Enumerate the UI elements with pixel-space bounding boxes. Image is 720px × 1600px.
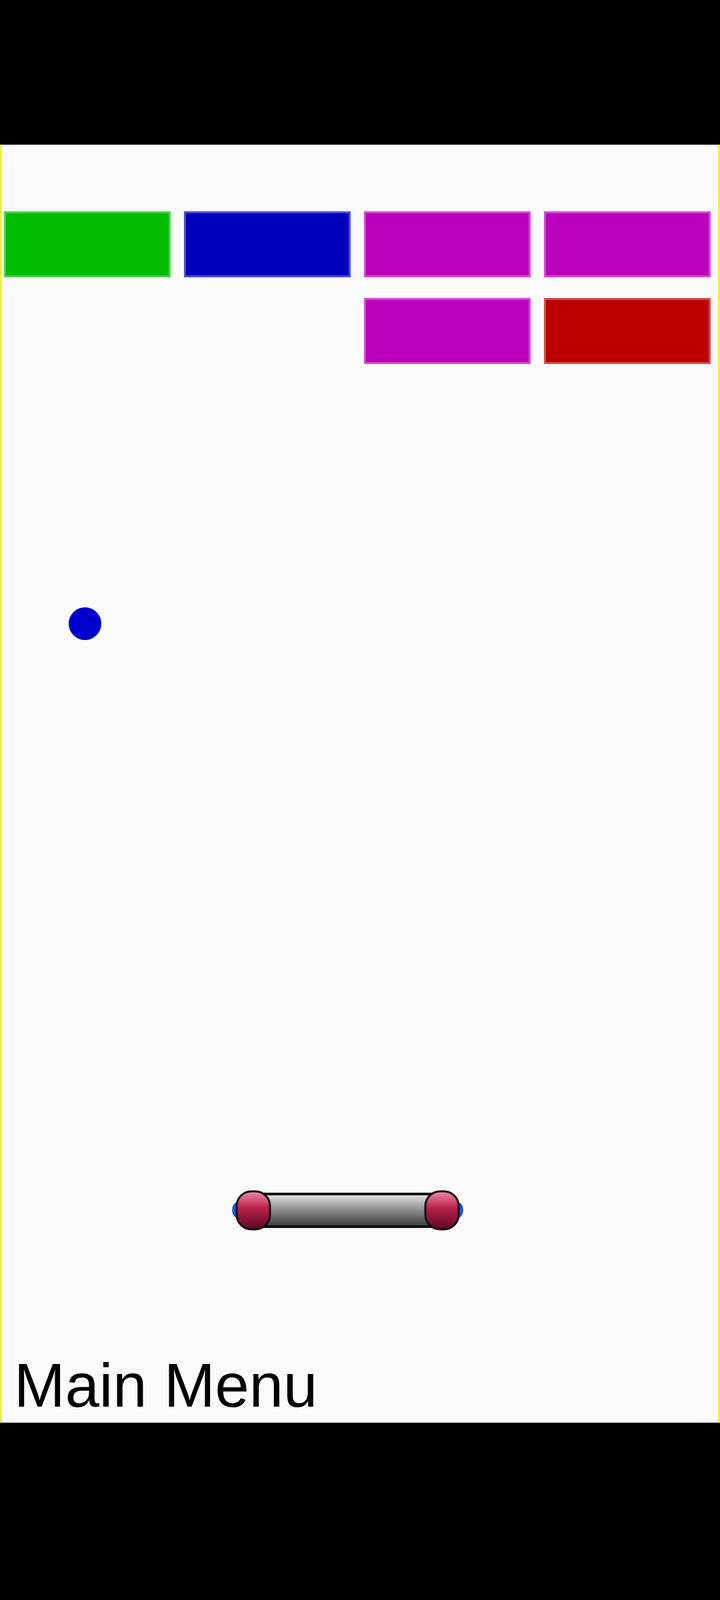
empty-slot [4, 298, 171, 364]
bottom-bar [0, 1422, 720, 1600]
game-area[interactable]: Main Menu [0, 144, 720, 1423]
brick [544, 298, 711, 364]
game-screen: Main Menu [0, 0, 720, 1600]
brick [4, 211, 171, 278]
paddle-icon[interactable] [231, 1190, 464, 1231]
ball [68, 607, 102, 640]
top-bar [0, 0, 720, 145]
brick [364, 211, 531, 278]
empty-slot [184, 298, 351, 364]
brick-row [4, 211, 711, 278]
brick-row [4, 298, 711, 364]
brick [544, 211, 711, 278]
brick-grid [2, 144, 718, 364]
main-menu-button[interactable]: Main Menu [2, 1350, 718, 1423]
brick [184, 211, 351, 278]
brick [364, 298, 531, 364]
